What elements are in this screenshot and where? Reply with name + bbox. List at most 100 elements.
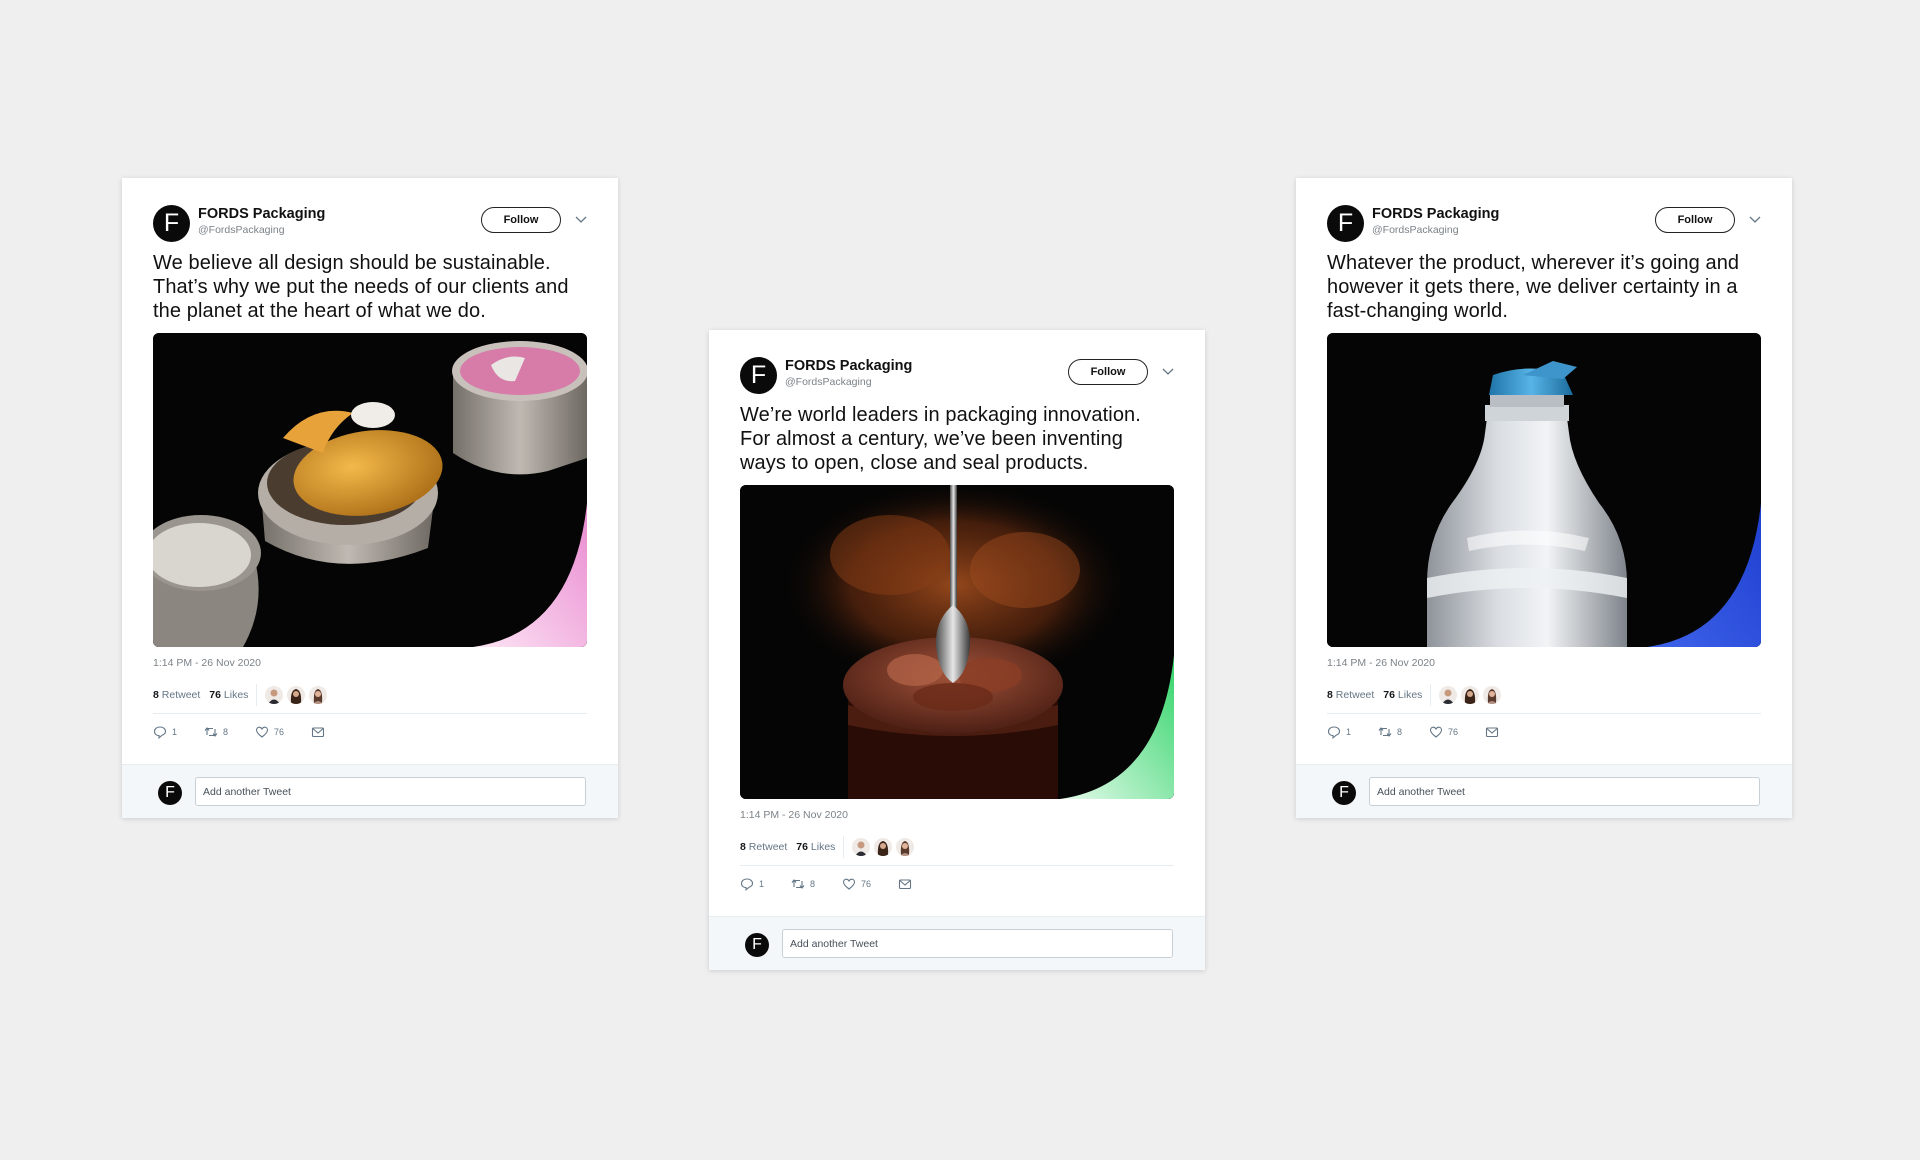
add-tweet-input[interactable] — [782, 929, 1173, 958]
retweet-stat[interactable]: 8 Retweet — [740, 841, 787, 853]
envelope-icon — [1485, 727, 1499, 738]
engagement-stats: 8 Retweet 76 Likes — [153, 677, 587, 713]
retweet-count: 8 — [153, 689, 159, 701]
follow-button[interactable]: Follow — [1655, 207, 1735, 233]
account-handle[interactable]: @FordsPackaging — [1372, 224, 1459, 236]
profile-avatar[interactable]: F — [153, 205, 190, 242]
chevron-down-icon[interactable] — [1749, 214, 1761, 224]
tweet-text: We’re world leaders in packaging innovat… — [740, 404, 1141, 474]
like-action-count: 76 — [861, 879, 872, 889]
tweet-text: Whatever the product, wherever it’s goin… — [1327, 252, 1740, 322]
retweet-button[interactable]: 8 — [1378, 725, 1402, 739]
user-avatar[interactable]: F — [1332, 781, 1356, 805]
envelope-icon — [898, 879, 912, 890]
liker-avatars — [852, 838, 915, 856]
likes-count: 76 — [1383, 689, 1395, 701]
retweet-label: Retweet — [161, 689, 201, 701]
like-action-count: 76 — [274, 727, 285, 737]
retweet-label: Retweet — [1335, 689, 1375, 701]
liker-avatar[interactable] — [265, 686, 284, 704]
reply-icon — [740, 878, 754, 891]
tweet-timestamp[interactable]: 1:14 PM - 26 Nov 2020 — [1327, 657, 1761, 669]
liker-avatar[interactable] — [1439, 686, 1458, 704]
tweet-header: F FORDS Packaging @FordsPackaging Follow — [1327, 204, 1761, 244]
likes-count: 76 — [209, 689, 221, 701]
heart-icon — [1429, 726, 1443, 738]
tweet-timestamp[interactable]: 1:14 PM - 26 Nov 2020 — [740, 809, 1174, 821]
liker-avatar[interactable] — [287, 686, 306, 704]
heart-icon — [255, 726, 269, 738]
liker-avatars — [265, 686, 328, 704]
tweet-card: F FORDS Packaging @FordsPackaging Follow… — [122, 178, 618, 818]
retweet-stat[interactable]: 8 Retweet — [153, 689, 200, 701]
reply-icon — [1327, 726, 1341, 739]
direct-message-button[interactable] — [898, 877, 912, 891]
liker-avatar[interactable] — [874, 838, 893, 856]
tweet-media-image[interactable] — [740, 485, 1174, 799]
tweet-timestamp[interactable]: 1:14 PM - 26 Nov 2020 — [153, 657, 587, 669]
retweet-icon — [1378, 727, 1392, 737]
reply-button[interactable]: 1 — [153, 725, 177, 739]
account-handle[interactable]: @FordsPackaging — [785, 376, 872, 388]
tweet-header: F FORDS Packaging @FordsPackaging Follow — [740, 356, 1174, 396]
follow-button[interactable]: Follow — [481, 207, 561, 233]
tweet-actions: 1 8 76 — [740, 866, 1174, 902]
likes-stat[interactable]: 76 Likes — [209, 689, 248, 701]
user-avatar[interactable]: F — [745, 933, 769, 957]
liker-avatar[interactable] — [852, 838, 871, 856]
reply-count: 1 — [172, 727, 178, 737]
likes-stat[interactable]: 76 Likes — [1383, 689, 1422, 701]
tweet-card: F FORDS Packaging @FordsPackaging Follow… — [1296, 178, 1792, 818]
add-tweet-input[interactable] — [195, 777, 586, 806]
likes-label: Likes — [810, 841, 836, 853]
liker-avatars — [1439, 686, 1502, 704]
likes-stat[interactable]: 76 Likes — [796, 841, 835, 853]
user-avatar[interactable]: F — [158, 781, 182, 805]
account-handle[interactable]: @FordsPackaging — [198, 224, 285, 236]
retweet-action-count: 8 — [1397, 727, 1403, 737]
direct-message-button[interactable] — [1485, 725, 1499, 739]
liker-avatar[interactable] — [896, 838, 915, 856]
tweet-media-image[interactable] — [1327, 333, 1761, 647]
account-name[interactable]: FORDS Packaging — [785, 358, 912, 374]
retweet-icon — [204, 727, 218, 737]
likes-count: 76 — [796, 841, 808, 853]
retweet-count: 8 — [1327, 689, 1333, 701]
liker-avatar[interactable] — [1461, 686, 1480, 704]
reply-button[interactable]: 1 — [740, 877, 764, 891]
profile-avatar[interactable]: F — [740, 357, 777, 394]
direct-message-button[interactable] — [311, 725, 325, 739]
retweet-button[interactable]: 8 — [204, 725, 228, 739]
reply-count: 1 — [1346, 727, 1352, 737]
retweet-label: Retweet — [748, 841, 788, 853]
add-tweet-input[interactable] — [1369, 777, 1760, 806]
liker-avatar[interactable] — [309, 686, 328, 704]
engagement-stats: 8 Retweet 76 Likes — [740, 829, 1174, 865]
retweet-count: 8 — [740, 841, 746, 853]
tweet-media-image[interactable] — [153, 333, 587, 647]
chevron-down-icon[interactable] — [575, 214, 587, 224]
retweet-action-count: 8 — [810, 879, 816, 889]
like-button[interactable]: 76 — [1429, 725, 1458, 739]
retweet-button[interactable]: 8 — [791, 877, 815, 891]
retweet-icon — [791, 879, 805, 889]
divider — [256, 684, 258, 706]
follow-button[interactable]: Follow — [1068, 359, 1148, 385]
reply-composer: F — [122, 764, 618, 818]
tweet-actions: 1 8 76 — [1327, 714, 1761, 750]
reply-composer: F — [709, 916, 1205, 970]
like-button[interactable]: 76 — [842, 877, 871, 891]
envelope-icon — [311, 727, 325, 738]
retweet-stat[interactable]: 8 Retweet — [1327, 689, 1374, 701]
like-button[interactable]: 76 — [255, 725, 284, 739]
chevron-down-icon[interactable] — [1162, 366, 1174, 376]
heart-icon — [842, 878, 856, 890]
reply-button[interactable]: 1 — [1327, 725, 1351, 739]
likes-label: Likes — [223, 689, 249, 701]
profile-avatar[interactable]: F — [1327, 205, 1364, 242]
divider — [1430, 684, 1432, 706]
account-name[interactable]: FORDS Packaging — [1372, 206, 1499, 222]
like-action-count: 76 — [1448, 727, 1459, 737]
liker-avatar[interactable] — [1483, 686, 1502, 704]
account-name[interactable]: FORDS Packaging — [198, 206, 325, 222]
